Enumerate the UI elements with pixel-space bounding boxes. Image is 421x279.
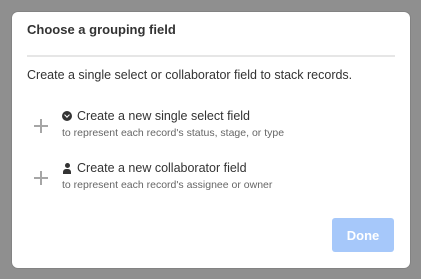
dialog-header: Choose a grouping field: [27, 22, 395, 57]
plus-icon: [34, 119, 48, 133]
option-title-row: Create a new collaborator field: [62, 160, 247, 176]
option-title: Create a new collaborator field: [77, 161, 247, 175]
option-title: Create a new single select field: [77, 109, 251, 123]
dialog-description: Create a single select or collaborator f…: [27, 68, 353, 82]
option-subtitle: to represent each record's assignee or o…: [62, 179, 273, 191]
person-icon: [62, 163, 72, 174]
done-button[interactable]: Done: [332, 218, 394, 252]
option-subtitle: to represent each record's status, stage…: [62, 127, 285, 139]
plus-icon: [34, 171, 48, 185]
option-title-row: Create a new single select field: [62, 108, 250, 124]
create-single-select-option[interactable]: Create a new single select field to repr…: [34, 105, 374, 145]
chevron-circle-icon: [62, 111, 72, 121]
dialog-title: Choose a grouping field: [27, 22, 176, 37]
grouping-field-dialog: Choose a grouping field Create a single …: [12, 12, 410, 268]
create-collaborator-option[interactable]: Create a new collaborator field to repre…: [34, 157, 374, 197]
